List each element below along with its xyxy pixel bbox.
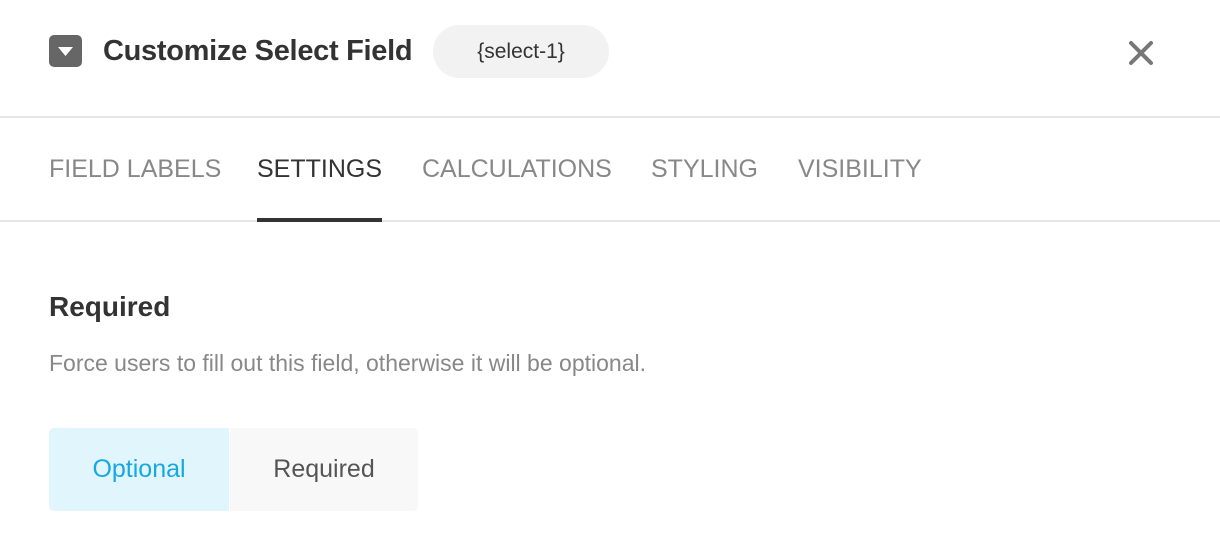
required-option-button[interactable]: Required: [230, 428, 418, 511]
required-section-description: Force users to fill out this field, othe…: [49, 350, 646, 376]
tab-visibility[interactable]: VISIBILITY: [798, 118, 922, 220]
required-toggle-group: Optional Required: [49, 428, 418, 511]
field-id-tag: {select-1}: [433, 25, 609, 78]
tab-bar: FIELD LABELS SETTINGS CALCULATIONS STYLI…: [0, 118, 1220, 222]
required-section-title: Required: [49, 291, 171, 322]
modal-header: Customize Select Field {select-1}: [0, 0, 1220, 118]
tab-field-labels[interactable]: FIELD LABELS: [49, 118, 221, 220]
modal-title: Customize Select Field: [103, 35, 413, 67]
select-dropdown-icon: [49, 35, 82, 67]
tab-settings[interactable]: SETTINGS: [257, 118, 383, 222]
tab-styling[interactable]: STYLING: [651, 118, 758, 220]
close-icon: [1129, 41, 1153, 65]
optional-option-button[interactable]: Optional: [49, 428, 230, 511]
close-button[interactable]: [1124, 36, 1158, 70]
tab-calculations[interactable]: CALCULATIONS: [422, 118, 612, 220]
